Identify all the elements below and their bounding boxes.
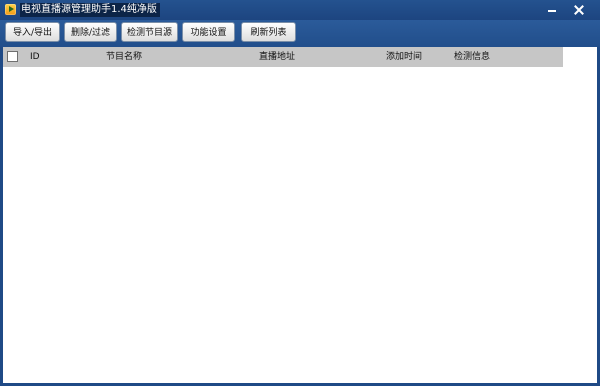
column-header-time[interactable]: 添加时间 xyxy=(386,47,422,67)
settings-button[interactable]: 功能设置 xyxy=(182,22,235,42)
column-header-name[interactable]: 节目名称 xyxy=(106,47,142,67)
app-window: 电视直播源管理助手1.4纯净版 导入/导出 删除/过滤 检测节目源 功能设置 刷… xyxy=(0,0,600,386)
import-export-button[interactable]: 导入/导出 xyxy=(5,22,60,42)
channel-list[interactable]: ID 节目名称 直播地址 添加时间 检测信息 xyxy=(3,47,597,383)
window-title: 电视直播源管理助手1.4纯净版 xyxy=(20,3,160,17)
close-button[interactable] xyxy=(566,0,592,20)
list-header: ID 节目名称 直播地址 添加时间 检测信息 xyxy=(3,47,563,67)
title-bar[interactable]: 电视直播源管理助手1.4纯净版 xyxy=(0,0,600,20)
close-icon xyxy=(574,5,584,15)
delete-filter-button[interactable]: 删除/过滤 xyxy=(64,22,117,42)
column-header-id[interactable]: ID xyxy=(30,47,40,67)
check-sources-button[interactable]: 检测节目源 xyxy=(121,22,178,42)
select-all-checkbox[interactable] xyxy=(7,51,18,62)
minimize-icon xyxy=(548,9,556,12)
column-header-info[interactable]: 检测信息 xyxy=(454,47,490,67)
toolbar: 导入/导出 删除/过滤 检测节目源 功能设置 刷新列表 xyxy=(0,20,600,47)
minimize-button[interactable] xyxy=(539,0,565,20)
app-icon xyxy=(5,4,16,15)
refresh-list-button[interactable]: 刷新列表 xyxy=(241,22,296,42)
column-header-url[interactable]: 直播地址 xyxy=(259,47,295,67)
